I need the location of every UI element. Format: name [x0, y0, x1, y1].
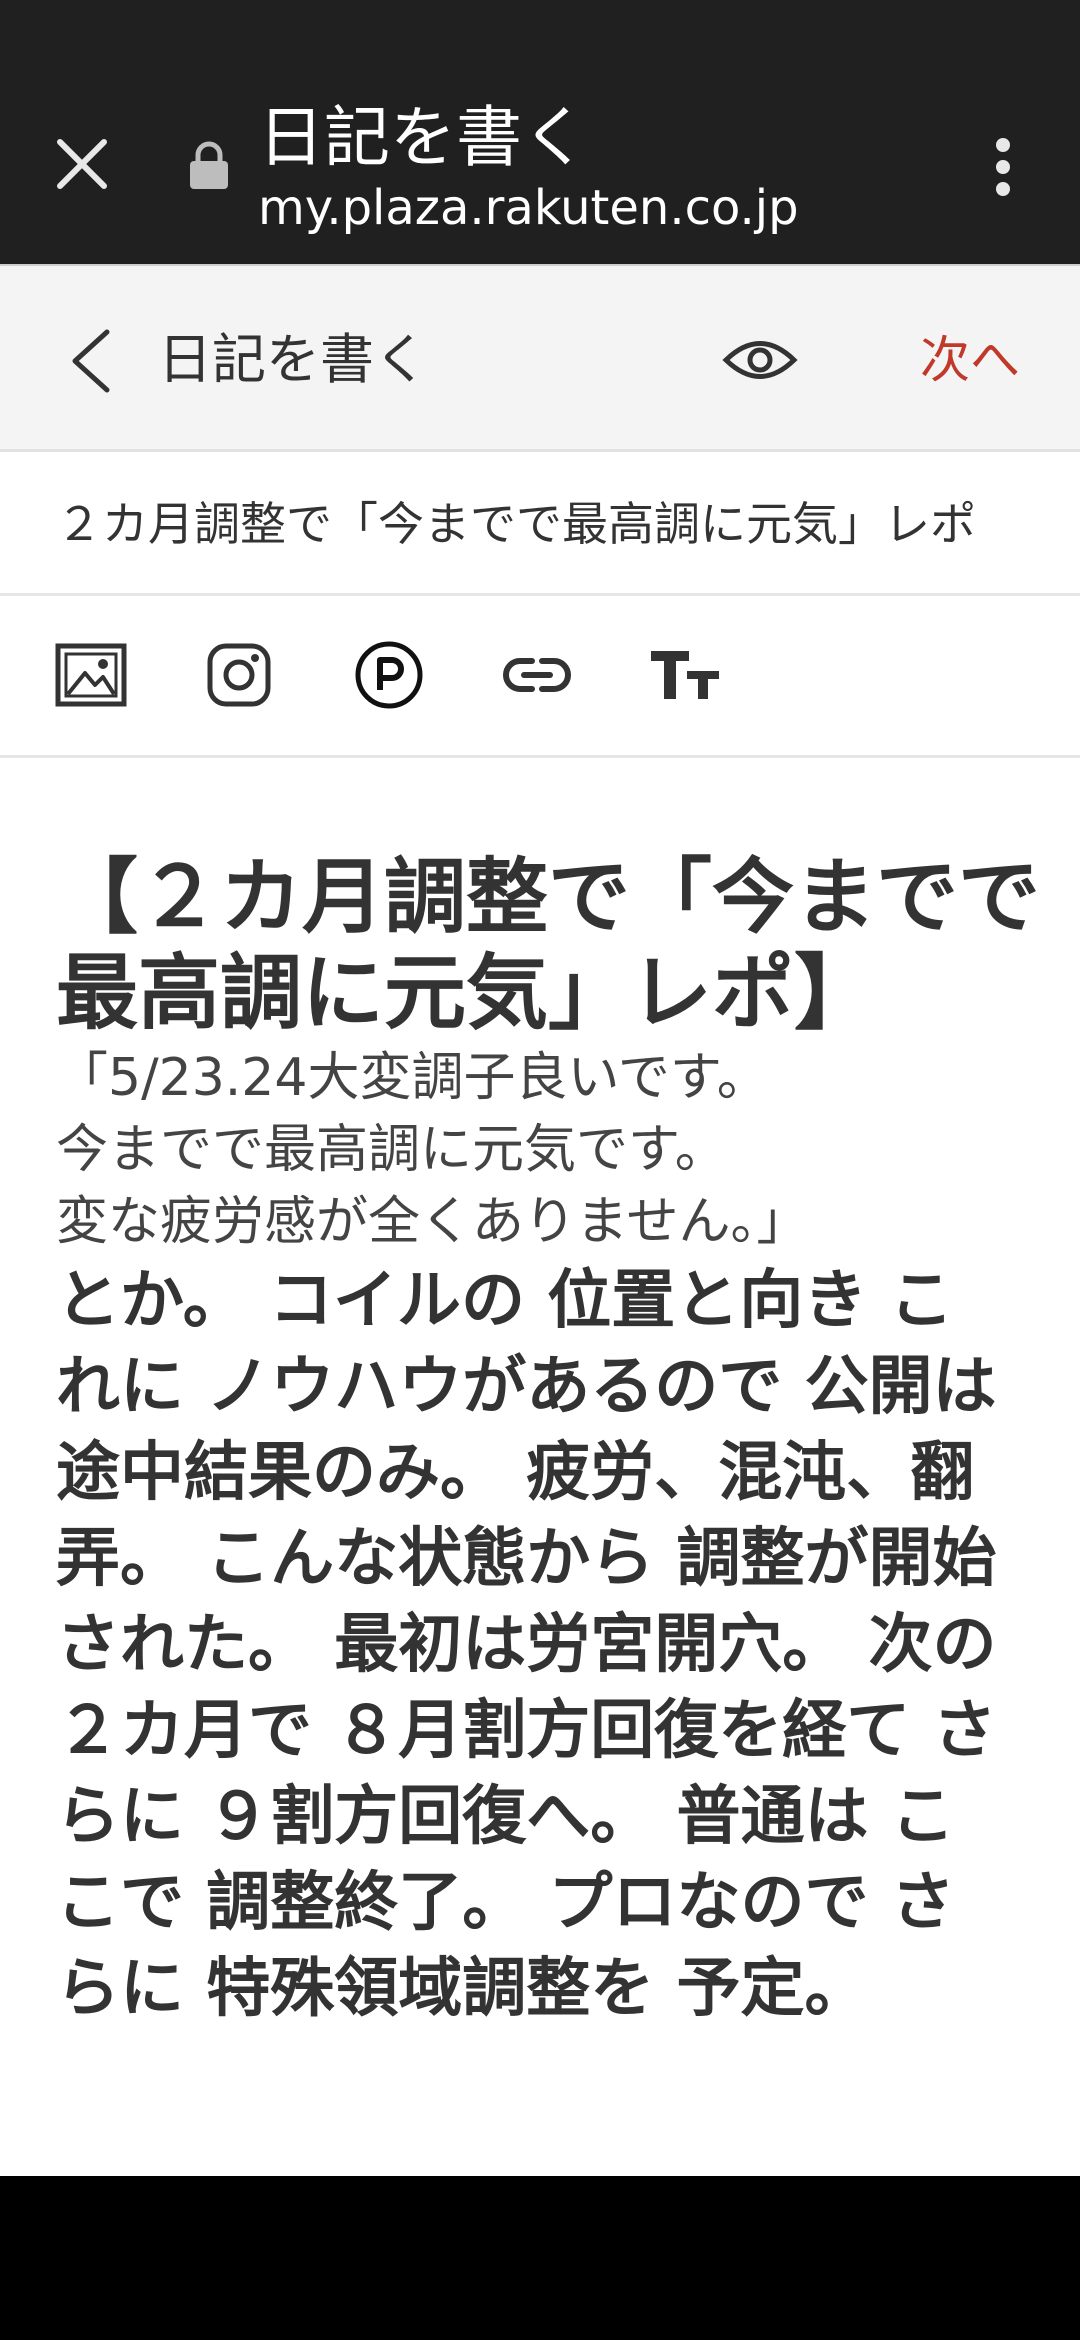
body-line: 途中結果のみ。 疲労、混沌、翻 — [56, 1436, 975, 1510]
body-line: された。 最初は労宮開穴。 次の — [56, 1608, 997, 1682]
post-title-field[interactable]: ２カ月調整で「今までで最高調に元気」レポ — [0, 452, 1080, 596]
body-line: らに ９割方回復へ。 普通は こ — [56, 1780, 955, 1854]
quote-line: 今までで最高調に元気です。 — [56, 1120, 727, 1180]
overflow-menu-button[interactable] — [980, 126, 1026, 208]
tab-title: 日記を書く — [258, 99, 588, 176]
text-size-icon — [651, 651, 719, 699]
body-line: 弄。 こんな状態から 調整が開始 — [56, 1522, 997, 1596]
p-circle-icon — [355, 641, 423, 709]
post-title-text: ２カ月調整で「今までで最高調に元気」レポ — [56, 497, 976, 551]
insert-link-button[interactable] — [498, 636, 576, 714]
quote-line: 変な疲労感が全くありません。」 — [56, 1192, 809, 1252]
back-button[interactable] — [56, 316, 126, 406]
browser-toolbar: 日記を書く my.plaza.rakuten.co.jp — [0, 0, 1080, 264]
close-button[interactable] — [42, 124, 122, 204]
instagram-icon — [207, 643, 271, 707]
body-line: こで 調整終了。 プロなので さ — [56, 1866, 955, 1940]
editor-toolbar — [0, 596, 1080, 758]
body-line: らに 特殊領域調整を 予定。 — [56, 1952, 869, 2026]
next-button[interactable]: 次へ — [920, 324, 1020, 396]
chevron-left-icon — [72, 329, 110, 393]
quote-line: 「5/23.24大変調子良いです。 — [56, 1048, 769, 1108]
instagram-button[interactable] — [200, 636, 278, 714]
body-line: ２カ月で ８月割方回復を経て さ — [56, 1694, 997, 1768]
heading-line: 【２カ月調整で「今までで — [56, 850, 1041, 945]
app-header: 日記を書く 次へ — [0, 264, 1080, 452]
close-icon — [57, 139, 107, 189]
link-icon — [503, 658, 571, 692]
body-line: とか。 コイルの 位置と向き こ — [56, 1264, 954, 1338]
editor-content[interactable]: 【２カ月調整で「今までで 最高調に元気」レポ】 「5/23.24大変調子良いです… — [0, 758, 1080, 2176]
body-line: れに ノウハウがあるので 公開は — [56, 1350, 997, 1424]
text-size-button[interactable] — [646, 636, 724, 714]
insert-image-button[interactable] — [52, 636, 130, 714]
eye-icon — [722, 341, 798, 379]
bottom-area — [0, 2176, 1080, 2340]
editor-text: 【２カ月調整で「今までで 最高調に元気」レポ】 「5/23.24大変調子良いです… — [56, 850, 1080, 2032]
heading-line: 最高調に元気」レポ】 — [56, 946, 877, 1041]
point-button[interactable] — [350, 636, 428, 714]
preview-button[interactable] — [718, 324, 802, 396]
page-url[interactable]: my.plaza.rakuten.co.jp — [258, 178, 799, 238]
lock-icon — [190, 141, 228, 189]
more-vert-icon — [996, 138, 1010, 196]
header-title: 日記を書く — [158, 328, 428, 391]
image-icon — [55, 643, 127, 707]
